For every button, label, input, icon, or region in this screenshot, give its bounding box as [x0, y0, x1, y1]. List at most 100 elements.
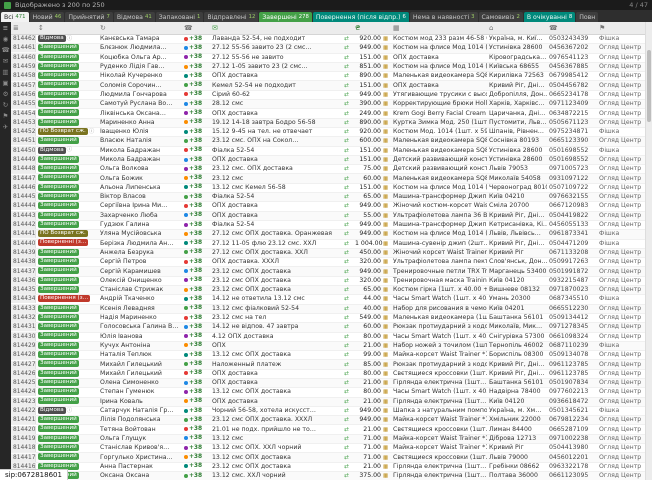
customer-phone[interactable]: 0509134078 [547, 351, 597, 359]
table-row[interactable]: 814446ЗавершенийАльона Липенська+3813.12… [11, 184, 645, 193]
table-row[interactable]: 814430ЗавершенийЮлія Іванова+384.12 ОПХ … [11, 333, 645, 342]
customer-phone[interactable]: 0501698552 [547, 156, 597, 164]
table-row[interactable]: 814424ЗавершенийСтепан Гуменюк+3813.12 с… [11, 388, 645, 397]
flag-icon[interactable]: ⚑ [3, 113, 9, 120]
customer-phone[interactable]: 0634872215 [547, 110, 597, 118]
customer-phone[interactable]: 0671133208 [547, 249, 597, 257]
customer-phone[interactable]: 0507109722 [547, 184, 597, 192]
customer-phone[interactable]: 0501698552 [547, 147, 597, 155]
customer-phone[interactable]: 0687345510 [547, 295, 597, 303]
customer-phone[interactable]: 0661098324 [547, 333, 597, 341]
app-logo-icon[interactable] [4, 2, 11, 9]
table-row[interactable]: 814444ЗавершенийСергіївна Ірина Ми…+38ОП… [11, 202, 645, 211]
scrollbar-thumb[interactable] [647, 50, 651, 122]
table-row[interactable]: 814441ПО Возврат сж.Уляна Мусійовська+38… [11, 230, 645, 239]
table-row[interactable]: 814422ВідмоваⓘСатарчук Наталія Гр…+38Чор… [11, 407, 645, 416]
col-phone-icon[interactable]: ☎ [547, 23, 597, 34]
customer-phone[interactable]: 0971005723 [547, 165, 597, 173]
table-row[interactable]: 814462ВідмоваⓘКанєвська Тамара+38Лаванда… [11, 35, 645, 44]
table-row[interactable]: 814421ЗавершенийЛілія Подолянська+3823.1… [11, 416, 645, 425]
customer-phone[interactable]: 0932215487 [547, 277, 597, 285]
customer-phone[interactable]: 0679812234 [547, 416, 597, 424]
customer-phone[interactable]: 0504413980 [547, 444, 597, 452]
customer-phone[interactable]: 0931097122 [547, 175, 597, 183]
customer-phone[interactable]: 0505671123 [547, 119, 597, 127]
tab-8[interactable]: Нема в наявності3 [410, 12, 478, 22]
table-row[interactable]: 814438ЗавершенийСергій Петров+38ОПХ дост… [11, 258, 645, 267]
col-product-icon[interactable]: ▦ [391, 23, 487, 34]
table-row[interactable]: 814427ЗавершенийМихайл Гилецький+38Налож… [11, 360, 645, 369]
table-row[interactable]: 814416ЗавершенийАнна Пастернак+3823.12 с… [11, 463, 645, 472]
customer-phone[interactable]: 0961123785 [547, 361, 597, 369]
table-row[interactable]: 814436ЗавершенийОлексій Онищенко+3823.12… [11, 277, 645, 286]
tab-7[interactable]: Повернення (після відпр.)6 [313, 12, 409, 22]
customer-phone[interactable]: 0665287109 [547, 426, 597, 434]
table-row[interactable]: 814459ЗавершенийРуденко Лідія Гав…+3827.… [11, 63, 645, 72]
table-row[interactable]: 814431ЗавершенийГолосовська Галина В…+38… [11, 323, 645, 332]
table-row[interactable]: 814415ЗавершенийОксана Оксана+3813.12 см… [11, 472, 645, 480]
tab-11[interactable]: Повн [576, 12, 598, 22]
table-row[interactable]: 814455ЗавершенийСамотуй Руслана Во…+3828… [11, 100, 645, 109]
table-row[interactable]: 814428ЗавершенийНаталія Теплюк+3813.12 с… [11, 351, 645, 360]
customer-phone[interactable]: 0977602213 [547, 388, 597, 396]
table-row[interactable]: 814423ЗавершенийІрина Коваль+38ОПХ доста… [11, 398, 645, 407]
customer-phone[interactable]: 0501991872 [547, 268, 597, 276]
tab-10[interactable]: В очікуванні8 [524, 12, 575, 22]
customer-phone[interactable]: 0456055133 [547, 221, 597, 229]
table-row[interactable]: 814442ЗавершенийГудзюк Галина+38Фіалка 5… [11, 221, 645, 230]
customer-phone[interactable]: 0936618472 [547, 398, 597, 406]
table-row[interactable]: 814419ЗавершенийОльга Глущук+3813.12 смс… [11, 435, 645, 444]
customer-phone[interactable]: 0971002238 [547, 435, 597, 443]
orders-icon[interactable]: ▣ [2, 80, 8, 87]
customer-phone[interactable]: 0679985412 [547, 72, 597, 80]
customer-phone[interactable]: 0665512230 [547, 305, 597, 313]
customer-phone[interactable]: 0501345621 [547, 407, 597, 415]
table-row[interactable]: 814450ВідмоваⓘМикола Бадражан+38Фіалка 5… [11, 147, 645, 156]
tab-3[interactable]: Відмова41 [114, 12, 155, 22]
stats-icon[interactable]: ▥ [2, 69, 8, 76]
col-source-icon[interactable]: ⚑ [597, 23, 645, 34]
table-row[interactable]: 814445ЗавершенийВіктор Власов+38Фіалка 5… [11, 193, 645, 202]
table-row[interactable]: 814460ЗавершенийКоцюбка Ольга Ар…+3827.1… [11, 54, 645, 63]
table-row[interactable]: 814461ЗавершенийБлєзнюк Людмила…+3827.12… [11, 44, 645, 53]
customer-phone[interactable]: 0456367885 [547, 63, 597, 71]
customer-phone[interactable]: 0971870023 [547, 286, 597, 294]
tab-4[interactable]: Запаковані1 [156, 12, 204, 22]
tab-5[interactable]: Відправлені12 [204, 12, 258, 22]
col-phone-code-icon[interactable]: ☎ [182, 23, 210, 34]
table-row[interactable]: 814435ЗавершенийСтаніслав Стрижак+3823.1… [11, 286, 645, 295]
settings-icon[interactable]: ⚙ [3, 91, 9, 98]
customer-phone[interactable]: 0665123390 [547, 137, 597, 145]
menu-icon[interactable]: ≡ [3, 25, 8, 32]
table-row[interactable]: 814456ЗавершенийЛюдмила Гончарова+38Сіри… [11, 91, 645, 100]
table-row[interactable]: 814454ЗавершенийЛіквінська Оксана…+38ОПХ… [11, 109, 645, 118]
col-city-icon[interactable]: ⌂ [487, 23, 547, 34]
col-comment-icon[interactable]: ✉ [210, 23, 344, 34]
customer-phone[interactable]: 0961123785 [547, 370, 597, 378]
table-row[interactable]: 814458ЗавершенийНіколай Кучеренко+38ОПХ … [11, 72, 645, 81]
col-total-icon[interactable]: ₴ [353, 23, 383, 34]
refresh-icon[interactable]: ↻ [3, 102, 8, 109]
table-row[interactable]: 814426ЗавершенийМихайл Гилецький+38ОПХ д… [11, 370, 645, 379]
customer-phone[interactable]: 0509917263 [547, 258, 597, 266]
tab-6[interactable]: Завершені278 [259, 12, 312, 22]
export-icon[interactable]: ✈ [3, 124, 8, 131]
table-row[interactable]: 814451ЗавершенийВласюк Наталія+3823.12 с… [11, 137, 645, 146]
customer-phone[interactable]: 0961873341 [547, 230, 597, 238]
customer-phone[interactable]: 0963322178 [547, 463, 597, 471]
customer-phone[interactable]: 0504419822 [547, 212, 597, 220]
customer-phone[interactable]: 0687110239 [547, 342, 597, 350]
phone-icon[interactable]: ☎ [1, 47, 9, 54]
table-row[interactable]: 814440Поверненні (з…Берізка Людмила Ан…+… [11, 240, 645, 249]
table-row[interactable]: 814417ЗавершенийГоргулько Христина…+3813… [11, 453, 645, 462]
customer-phone[interactable]: 0975234871 [547, 128, 597, 136]
table-row[interactable]: 814429ЗавершенийКучух Антоніна+38ОПХ⇄21.… [11, 342, 645, 351]
table-row[interactable]: 814418ЗавершенийСтаніслав Кривов'я…+3813… [11, 444, 645, 453]
customer-phone[interactable]: 0667120983 [547, 202, 597, 210]
customer-phone[interactable]: 0509134412 [547, 314, 597, 322]
table-row[interactable]: 814457ЗавершенийСоломія Сорочин…+38Кемел… [11, 81, 645, 90]
table-row[interactable]: 814420ЗавершенийТетяна Войтован+3821.01 … [11, 425, 645, 434]
table-row[interactable]: 814439ЗавершенийАнжела Безрука+3827.12 с… [11, 249, 645, 258]
mail-icon[interactable]: ✉ [3, 58, 8, 65]
table-row[interactable]: 814453ЗавершенийМариненко Анна+3819.12 1… [11, 119, 645, 128]
